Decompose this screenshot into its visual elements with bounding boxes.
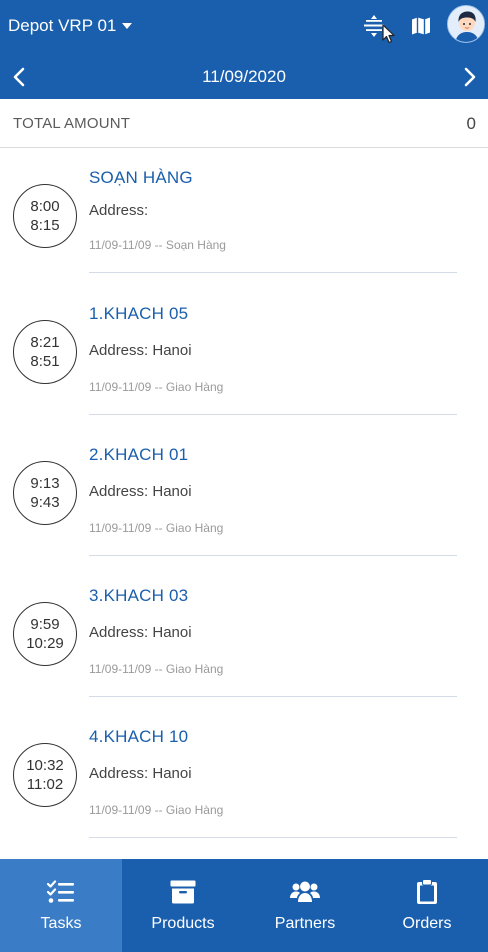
end-time: 10:29 — [26, 635, 64, 652]
current-date[interactable]: 11/09/2020 — [0, 67, 488, 87]
end-time: 11:02 — [26, 776, 64, 793]
tab-label: Products — [151, 915, 215, 932]
divider — [89, 837, 457, 838]
task-meta: 11/09-11/09 -- Giao Hàng — [89, 662, 224, 676]
task-title: 1.KHACH 05 — [89, 304, 189, 323]
total-amount-row: TOTAL AMOUNT 0 — [0, 99, 488, 148]
tasks-checklist-icon — [47, 880, 74, 903]
task-meta: 11/09-11/09 -- Giao Hàng — [89, 521, 224, 535]
task-list: 8:00 8:15 SOẠN HÀNG Address: 11/09-11/09… — [0, 149, 488, 838]
task-meta: 11/09-11/09 -- Giao Hàng — [89, 380, 224, 394]
task-meta: 11/09-11/09 -- Giao Hàng — [89, 803, 224, 817]
map-icon — [412, 17, 430, 35]
task-address: Address: Hanoi — [89, 342, 192, 359]
map-button[interactable] — [403, 8, 439, 44]
depot-selector[interactable]: Depot VRP 01 — [8, 14, 133, 38]
time-window-badge: 8:21 8:51 — [13, 320, 77, 384]
depot-name: Depot VRP 01 — [8, 16, 117, 35]
top-app-bar: Depot VRP 01 11/09/2020 — [0, 0, 488, 99]
tab-tasks[interactable]: Tasks — [0, 859, 122, 952]
task-title: 3.KHACH 03 — [89, 586, 189, 605]
task-address: Address: Hanoi — [89, 624, 192, 641]
task-title: 4.KHACH 10 — [89, 727, 189, 746]
user-avatar-icon — [448, 6, 484, 42]
task-item[interactable]: 9:13 9:43 2.KHACH 01 Address: Hanoi 11/0… — [0, 415, 488, 556]
task-address: Address: Hanoi — [89, 483, 192, 500]
clipboard-icon — [417, 879, 437, 904]
task-item[interactable]: 8:21 8:51 1.KHACH 05 Address: Hanoi 11/0… — [0, 274, 488, 415]
tab-partners[interactable]: Partners — [244, 859, 366, 952]
task-title: 2.KHACH 01 — [89, 445, 189, 464]
start-time: 9:13 — [30, 475, 60, 492]
start-time: 8:00 — [30, 198, 60, 215]
task-address: Address: — [89, 202, 149, 219]
start-time: 9:59 — [30, 616, 60, 633]
time-window-badge: 10:32 11:02 — [13, 743, 77, 807]
users-group-icon — [290, 881, 320, 902]
chevron-right-icon — [464, 67, 476, 87]
task-item[interactable]: 9:59 10:29 3.KHACH 03 Address: Hanoi 11/… — [0, 556, 488, 697]
total-amount-label: TOTAL AMOUNT — [13, 115, 131, 132]
caret-down-icon — [122, 23, 133, 29]
user-avatar[interactable] — [447, 5, 485, 43]
start-time: 8:21 — [30, 334, 60, 351]
next-date-button[interactable] — [456, 63, 484, 91]
bottom-navigation: Tasks Products Partners Orders — [0, 859, 488, 952]
end-time: 9:43 — [30, 494, 60, 511]
time-window-badge: 8:00 8:15 — [13, 184, 77, 248]
divider — [89, 272, 457, 273]
tab-orders[interactable]: Orders — [366, 859, 488, 952]
task-meta: 11/09-11/09 -- Soạn Hàng — [89, 238, 226, 252]
date-navigator: 11/09/2020 — [0, 56, 488, 99]
task-title: SOẠN HÀNG — [89, 168, 193, 187]
end-time: 8:51 — [30, 353, 60, 370]
archive-box-icon — [170, 880, 196, 904]
task-address: Address: Hanoi — [89, 765, 192, 782]
task-item[interactable]: 8:00 8:15 SOẠN HÀNG Address: 11/09-11/09… — [0, 149, 488, 274]
total-amount-value: 0 — [466, 114, 476, 133]
tab-products[interactable]: Products — [122, 859, 244, 952]
time-window-badge: 9:59 10:29 — [13, 602, 77, 666]
tab-label: Partners — [274, 915, 336, 932]
task-item[interactable]: 10:32 11:02 4.KHACH 10 Address: Hanoi 11… — [0, 697, 488, 838]
end-time: 8:15 — [30, 217, 60, 234]
tab-label: Tasks — [40, 915, 82, 932]
mouse-cursor-icon — [382, 24, 395, 44]
start-time: 10:32 — [26, 757, 64, 774]
time-window-badge: 9:13 9:43 — [13, 461, 77, 525]
tab-label: Orders — [402, 915, 452, 932]
